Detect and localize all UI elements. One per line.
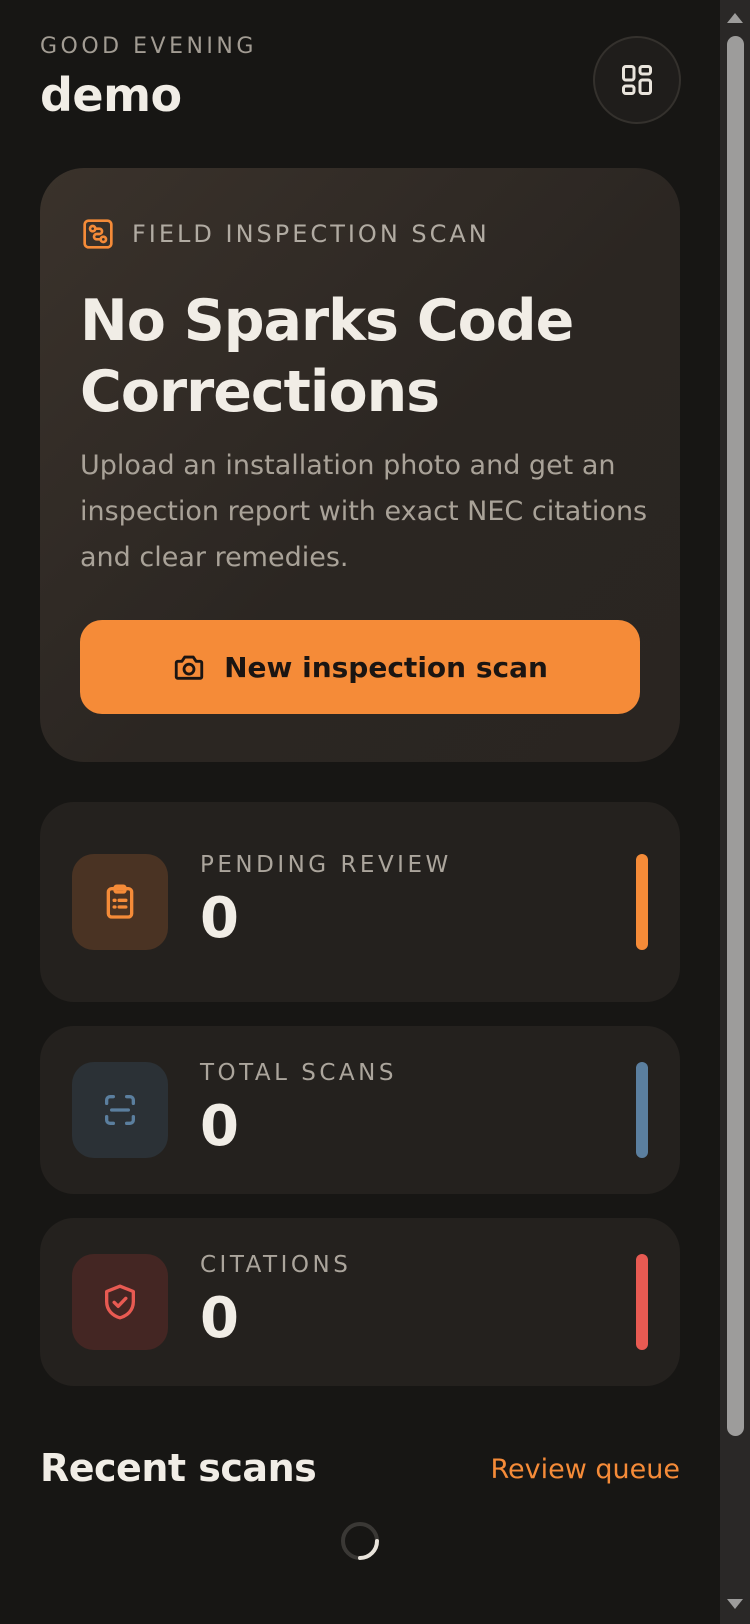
scroll-down-arrow-icon[interactable]	[726, 1598, 744, 1610]
hero-tag: FIELD INSPECTION SCAN	[82, 218, 490, 250]
review-queue-link[interactable]: Review queue	[490, 1454, 680, 1485]
stat-value: 0	[200, 886, 239, 951]
hero-description: Upload an installation photo and get an …	[80, 450, 648, 573]
stat-accent-bar	[636, 1062, 648, 1158]
stat-label: TOTAL SCANS	[200, 1060, 397, 1086]
stat-icon-box	[72, 1254, 168, 1350]
stat-value: 0	[200, 1094, 239, 1159]
camera-icon	[174, 655, 204, 680]
stat-accent-bar	[636, 1254, 648, 1350]
hero-card: FIELD INSPECTION SCAN No Sparks Code Cor…	[40, 168, 680, 762]
stat-icon-box	[72, 1062, 168, 1158]
stat-card-pending-review[interactable]: PENDING REVIEW 0	[40, 802, 680, 1002]
scrollbar-thumb[interactable]	[727, 36, 744, 1436]
stat-icon-box	[72, 854, 168, 950]
greeting-text: GOOD EVENING	[40, 34, 257, 59]
grid-icon	[622, 65, 652, 95]
spinner-icon	[341, 1522, 379, 1560]
scroll-up-arrow-icon[interactable]	[726, 12, 744, 24]
scrollbar[interactable]	[720, 0, 750, 1624]
circuit-icon	[83, 219, 113, 249]
stat-card-citations[interactable]: CITATIONS 0	[40, 1218, 680, 1386]
stat-accent-bar	[636, 854, 648, 950]
new-inspection-scan-label: New inspection scan	[224, 650, 548, 684]
menu-button[interactable]	[593, 36, 681, 124]
new-inspection-scan-button[interactable]: New inspection scan	[80, 620, 640, 714]
scan-icon	[105, 1095, 135, 1125]
dashboard-page: GOOD EVENING demo FIELD INSPECTION SCAN	[0, 0, 750, 1624]
hero-title: No Sparks Code Corrections	[80, 288, 574, 425]
stat-label: PENDING REVIEW	[200, 852, 452, 878]
clipboard-icon	[106, 884, 134, 919]
hero-tag-label: FIELD INSPECTION SCAN	[132, 220, 490, 248]
stat-label: CITATIONS	[200, 1252, 352, 1278]
shield-check-icon	[105, 1284, 135, 1320]
stat-value: 0	[200, 1286, 239, 1351]
stat-card-total-scans[interactable]: TOTAL SCANS 0	[40, 1026, 680, 1194]
username: demo	[40, 68, 182, 122]
recent-scans-title: Recent scans	[40, 1446, 317, 1490]
